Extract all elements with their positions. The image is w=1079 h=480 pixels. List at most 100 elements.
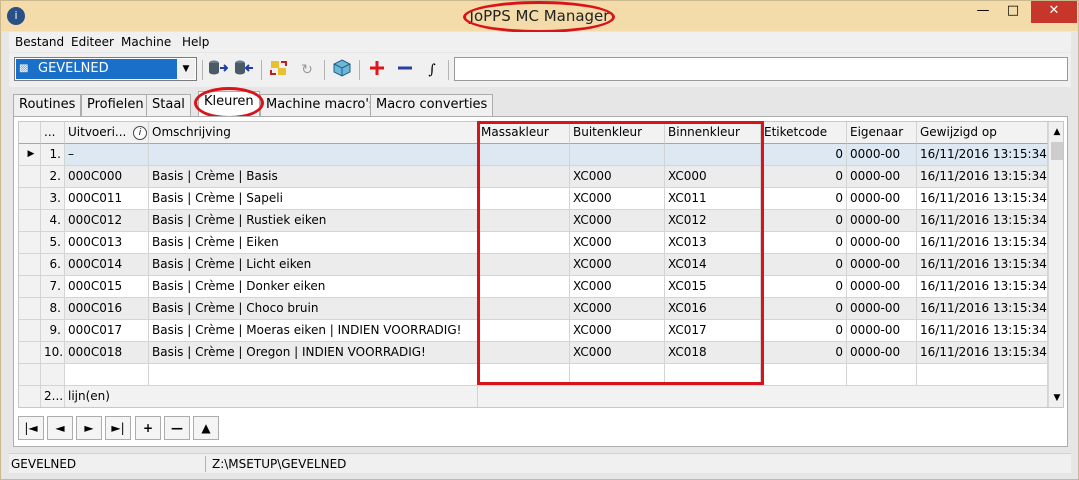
gewijzigd-cell[interactable]: 16/11/2016 13:15:34	[917, 166, 1048, 188]
gewijzigd-cell[interactable]: 16/11/2016 13:15:34	[917, 320, 1048, 342]
omschrijving-cell[interactable]: Basis | Crème | Licht eiken	[149, 254, 478, 276]
gewijzigd-cell[interactable]: 16/11/2016 13:15:34	[917, 276, 1048, 298]
omschrijving-cell[interactable]: Basis | Crème | Choco bruin	[149, 298, 478, 320]
tab-profielen[interactable]: Profielen	[81, 94, 150, 116]
nav-add-button[interactable]: +	[135, 416, 161, 440]
uitvoering-cell[interactable]: 000C015	[65, 276, 149, 298]
uitvoering-cell[interactable]: 000C012	[65, 210, 149, 232]
vertical-scrollbar[interactable]: ▲ ▼	[1048, 122, 1063, 407]
uitvoering-cell[interactable]: 000C011	[65, 188, 149, 210]
row-number[interactable]: 9.	[41, 320, 65, 342]
gewijzigd-cell[interactable]: 16/11/2016 13:15:34	[917, 254, 1048, 276]
menu-machine[interactable]: Machine	[121, 35, 171, 49]
empty-row-cell[interactable]	[65, 364, 149, 386]
omschrijving-cell[interactable]: Basis | Crème | Eiken	[149, 232, 478, 254]
package-icon[interactable]	[331, 59, 353, 81]
toolbar-text-input[interactable]	[454, 57, 1068, 81]
maximize-button[interactable]: □	[999, 1, 1027, 23]
row-number[interactable]: 2.	[41, 166, 65, 188]
row-indicator[interactable]	[19, 232, 41, 254]
db-import-icon[interactable]	[233, 59, 255, 81]
scroll-up-icon[interactable]: ▲	[1049, 124, 1063, 141]
menu-help[interactable]: Help	[182, 35, 209, 49]
swap-icon[interactable]	[268, 59, 290, 81]
eigenaar-header[interactable]: Eigenaar	[847, 122, 917, 144]
minimize-button[interactable]: —	[969, 1, 997, 23]
eigenaar-cell[interactable]: 0000-00	[847, 320, 917, 342]
omschrijving-cell[interactable]: Basis | Crème | Oregon | INDIEN VOORRADI…	[149, 342, 478, 364]
nav-up-button[interactable]: ▲	[193, 416, 219, 440]
gewijzigd-cell[interactable]: 16/11/2016 13:15:34	[917, 298, 1048, 320]
row-indicator[interactable]	[19, 276, 41, 298]
uitvoering-cell[interactable]: 000C000	[65, 166, 149, 188]
row-number[interactable]: 7.	[41, 276, 65, 298]
row-indicator[interactable]	[19, 166, 41, 188]
tab-routines[interactable]: Routines	[13, 94, 82, 116]
omschrijving-cell[interactable]	[149, 144, 478, 166]
etiketcode-cell[interactable]: 0	[761, 276, 847, 298]
empty-row-cell[interactable]	[19, 364, 41, 386]
info-icon[interactable]: i	[133, 126, 147, 140]
omschrijving-cell[interactable]: Basis | Crème | Sapeli	[149, 188, 478, 210]
gewijzigd-cell[interactable]: 16/11/2016 13:15:34	[917, 342, 1048, 364]
row-indicator[interactable]: ▶	[19, 144, 41, 166]
etiketcode-cell[interactable]: 0	[761, 210, 847, 232]
etiketcode-header[interactable]: Etiketcode	[761, 122, 847, 144]
eigenaar-cell[interactable]: 0000-00	[847, 342, 917, 364]
etiketcode-cell[interactable]: 0	[761, 232, 847, 254]
row-indicator[interactable]	[19, 254, 41, 276]
scroll-down-icon[interactable]: ▼	[1049, 390, 1063, 407]
row-number[interactable]: 10.	[41, 342, 65, 364]
etiketcode-cell[interactable]: 0	[761, 254, 847, 276]
eigenaar-cell[interactable]: 0000-00	[847, 298, 917, 320]
row-indicator[interactable]	[19, 298, 41, 320]
eigenaar-cell[interactable]: 0000-00	[847, 254, 917, 276]
eigenaar-cell[interactable]: 0000-00	[847, 166, 917, 188]
etiketcode-cell[interactable]: 0	[761, 298, 847, 320]
gewijzigd-cell[interactable]: 16/11/2016 13:15:34	[917, 188, 1048, 210]
empty-row-cell[interactable]	[149, 364, 478, 386]
etiketcode-cell[interactable]: 0	[761, 342, 847, 364]
omschrijving-header[interactable]: Omschrijving	[149, 122, 478, 144]
uitvoering-cell[interactable]: 000C017	[65, 320, 149, 342]
script-icon[interactable]: ∫	[421, 59, 443, 81]
eigenaar-cell[interactable]: 0000-00	[847, 210, 917, 232]
eigenaar-cell[interactable]: 0000-00	[847, 188, 917, 210]
tab-machine-macros[interactable]: Machine macro's	[260, 94, 382, 116]
row-indicator[interactable]	[19, 342, 41, 364]
empty-row-cell[interactable]	[761, 364, 847, 386]
tab-staal[interactable]: Staal	[146, 94, 191, 116]
etiketcode-cell[interactable]: 0	[761, 144, 847, 166]
uitvoering-cell[interactable]: 000C016	[65, 298, 149, 320]
nav-remove-button[interactable]: —	[164, 416, 190, 440]
etiketcode-cell[interactable]: 0	[761, 320, 847, 342]
remove-icon[interactable]	[394, 59, 416, 81]
row-number[interactable]: 3.	[41, 188, 65, 210]
chevron-down-icon[interactable]: ▼	[177, 59, 195, 79]
row-number[interactable]: 1.	[41, 144, 65, 166]
row-number[interactable]: 5.	[41, 232, 65, 254]
uitvoering-cell[interactable]: –	[65, 144, 149, 166]
gewijzigd-header[interactable]: Gewijzigd op	[917, 122, 1048, 144]
empty-row-cell[interactable]	[41, 364, 65, 386]
omschrijving-cell[interactable]: Basis | Crème | Moeras eiken | INDIEN VO…	[149, 320, 478, 342]
nav-last-button[interactable]: ►|	[105, 416, 131, 440]
etiketcode-cell[interactable]: 0	[761, 166, 847, 188]
row-indicator[interactable]	[19, 320, 41, 342]
menu-bestand[interactable]: Bestand	[15, 35, 64, 49]
empty-row-cell[interactable]	[847, 364, 917, 386]
row-indicator[interactable]	[19, 210, 41, 232]
eigenaar-cell[interactable]: 0000-00	[847, 276, 917, 298]
uitvoering-cell[interactable]: 000C018	[65, 342, 149, 364]
row-indicator[interactable]	[19, 188, 41, 210]
redo-icon[interactable]: ↻	[296, 59, 318, 81]
scroll-thumb[interactable]	[1051, 142, 1063, 160]
gewijzigd-cell[interactable]: 16/11/2016 13:15:34	[917, 232, 1048, 254]
add-icon[interactable]	[366, 59, 388, 81]
row-number[interactable]: 6.	[41, 254, 65, 276]
omschrijving-cell[interactable]: Basis | Crème | Rustiek eiken	[149, 210, 478, 232]
etiketcode-cell[interactable]: 0	[761, 188, 847, 210]
nav-next-button[interactable]: ►	[76, 416, 102, 440]
indicator-header[interactable]	[19, 122, 41, 144]
row-number[interactable]: 8.	[41, 298, 65, 320]
